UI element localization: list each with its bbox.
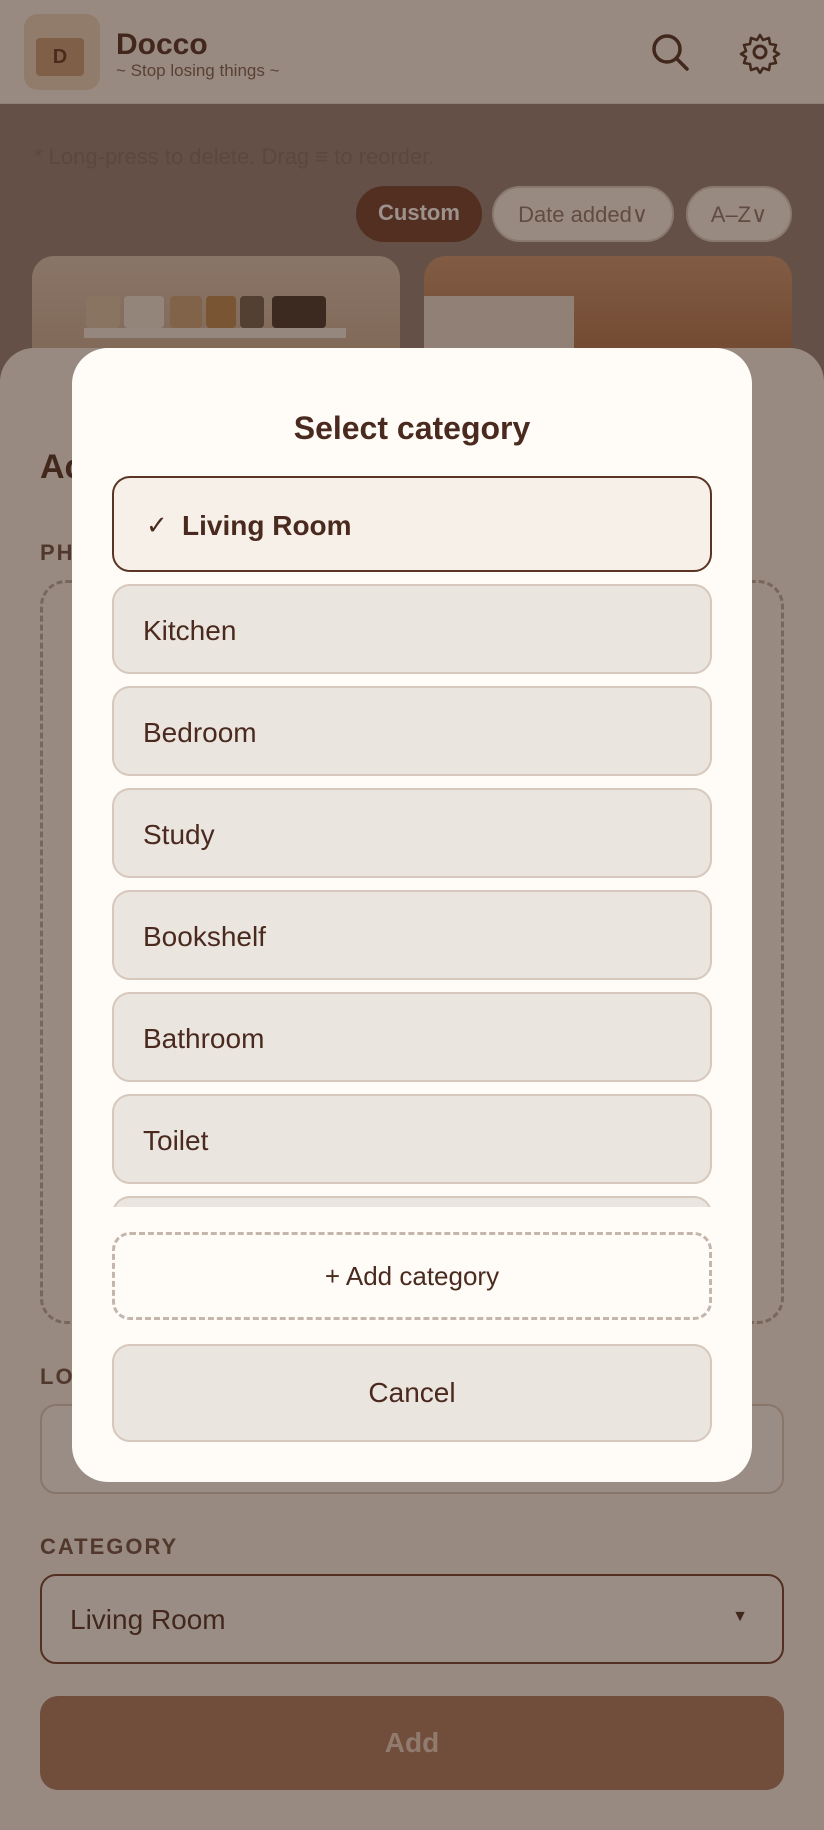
select-category-dialog: Select category ✓ Living Room Kitchen Be…	[72, 348, 752, 1482]
option-label: Kitchen	[143, 615, 237, 646]
category-option-partial[interactable]	[112, 1196, 712, 1207]
add-category-button[interactable]: + Add category	[112, 1232, 712, 1320]
category-option-study[interactable]: Study	[112, 788, 712, 878]
category-option-kitchen[interactable]: Kitchen	[112, 584, 712, 674]
option-label: Bookshelf	[143, 921, 266, 952]
option-label: Toilet	[143, 1125, 209, 1156]
option-label: Bedroom	[143, 717, 257, 748]
check-icon: ✓	[146, 510, 168, 540]
dialog-title: Select category	[293, 410, 531, 446]
category-option-toilet[interactable]: Toilet	[112, 1094, 712, 1184]
category-option-bathroom[interactable]: Bathroom	[112, 992, 712, 1082]
option-label: Study	[143, 819, 215, 850]
category-option-list[interactable]: ✓ Living Room Kitchen Bedroom Study Book…	[112, 476, 712, 1207]
option-label: Bathroom	[143, 1023, 265, 1054]
category-option-bookshelf[interactable]: Bookshelf	[112, 890, 712, 980]
option-label: Living Room	[182, 510, 352, 541]
cancel-button[interactable]: Cancel	[112, 1344, 712, 1442]
category-option-bedroom[interactable]: Bedroom	[112, 686, 712, 776]
category-option-living-room[interactable]: ✓ Living Room	[112, 476, 712, 572]
